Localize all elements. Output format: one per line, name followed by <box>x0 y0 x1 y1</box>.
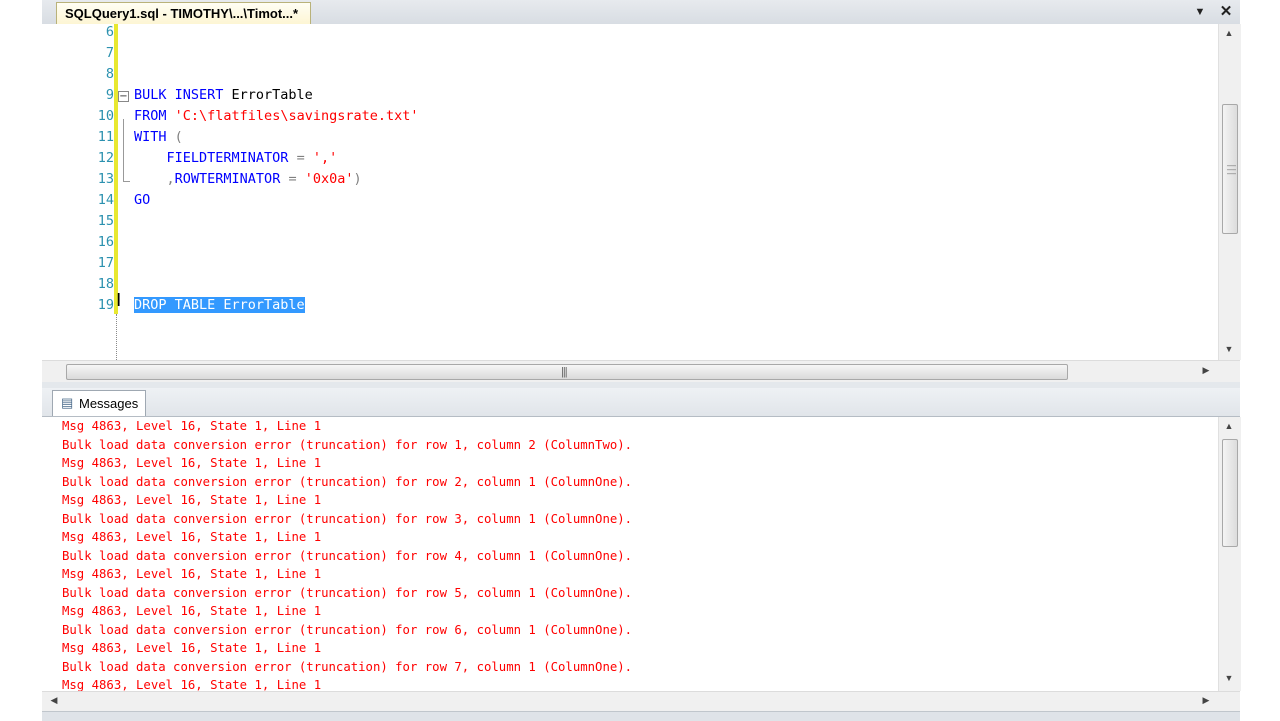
editor-margin-line <box>116 314 117 360</box>
code-text: BULK INSERT ErrorTable <box>134 85 313 106</box>
line-number: 6 <box>105 24 114 40</box>
messages-pane[interactable]: Msg 4863, Level 16, State 1, Line 1 Bulk … <box>42 417 1218 691</box>
editor-vertical-scrollbar[interactable]: ▲ — — — ▼ <box>1218 24 1241 360</box>
code-text: DROP TABLE ErrorTable <box>134 295 305 316</box>
sql-keyword: BULK INSERT <box>134 87 224 103</box>
message-line: Bulk load data conversion error (truncat… <box>62 437 633 452</box>
grip-icon: — — — <box>1227 160 1236 178</box>
sql-string: '0x0a' <box>304 171 354 187</box>
code-text: FROM 'C:\flatfiles\savingsrate.txt' <box>134 106 419 127</box>
line-number: 19 <box>97 297 114 313</box>
code-text: WITH ( <box>134 127 183 148</box>
line-number: 10 <box>97 108 114 124</box>
sql-identifier <box>305 150 313 166</box>
sql-identifier <box>167 108 175 124</box>
sql-identifier: ErrorTable <box>223 87 313 103</box>
sql-keyword: FIELDTERMINATOR <box>166 150 289 166</box>
code-text: FIELDTERMINATOR = ',' <box>134 148 338 169</box>
sql-operator: , <box>166 171 175 187</box>
grip-icon: ||| <box>561 366 568 378</box>
sql-identifier <box>134 171 167 187</box>
editor-horizontal-scrollbar[interactable]: ||| ▶ <box>42 360 1240 383</box>
outline-bracket-end <box>123 181 130 182</box>
outline-bracket <box>123 119 124 181</box>
message-line: Bulk load data conversion error (truncat… <box>62 511 633 526</box>
line-number: 16 <box>97 234 114 250</box>
message-line: Msg 4863, Level 16, State 1, Line 1 <box>62 493 322 507</box>
tab-sqlquery1[interactable]: SQLQuery1.sql - TIMOTHY\...\Timot...* <box>56 2 312 25</box>
code-text: GO <box>134 190 150 211</box>
line-number: 13 <box>97 171 114 187</box>
line-number: 18 <box>97 276 114 292</box>
sql-operator: ) <box>353 171 362 187</box>
line-number: 12 <box>97 150 114 166</box>
window-frame-right <box>1240 0 1280 720</box>
messages-icon: ▤ <box>61 395 74 410</box>
line-number: 8 <box>105 66 114 82</box>
message-line: Bulk load data conversion error (truncat… <box>62 659 633 674</box>
messages-vertical-scrollbar[interactable]: ▲ ▼ <box>1218 417 1241 691</box>
scroll-left-icon[interactable]: ◀ <box>46 695 62 706</box>
close-icon[interactable]: ✕ <box>1216 2 1236 22</box>
line-number: 14 <box>97 192 114 208</box>
line-number: 11 <box>97 129 114 145</box>
sql-keyword: WITH <box>134 129 167 145</box>
tab-messages-label: Messages <box>79 396 139 411</box>
line-number: 9 <box>105 87 114 103</box>
editor-horizontal-scroll-thumb[interactable]: ||| <box>66 364 1068 380</box>
code-text: ,ROWTERMINATOR = '0x0a') <box>134 169 362 190</box>
document-tab-bar: SQLQuery1.sql - TIMOTHY\...\Timot...* ▼ … <box>42 0 1240 25</box>
message-line: Msg 4863, Level 16, State 1, Line 1 <box>62 567 322 581</box>
query-editor[interactable]: 6 7 8 9 BULK INSERT ErrorTable −10 FROM 'C:\fl… <box>42 24 1240 360</box>
line-number: 7 <box>105 45 114 61</box>
message-line: Msg 4863, Level 16, State 1, Line 1 <box>62 530 322 544</box>
message-line: Msg 4863, Level 16, State 1, Line 1 <box>62 678 322 691</box>
sql-identifier <box>297 171 305 187</box>
message-line: Bulk load data conversion error (truncat… <box>62 474 633 489</box>
tab-list-dropdown-icon[interactable]: ▼ <box>1190 2 1210 22</box>
scroll-right-icon[interactable]: ▶ <box>1198 695 1214 706</box>
tab-title: SQLQuery1.sql - TIMOTHY\...\Timot...* <box>65 6 299 21</box>
sql-string: ',' <box>312 150 338 166</box>
messages-horizontal-scrollbar[interactable]: ◀ ▶ <box>42 691 1240 712</box>
selected-text: DROP TABLE ErrorTable <box>134 297 305 313</box>
message-line: Msg 4863, Level 16, State 1, Line 1 <box>62 419 322 433</box>
message-line: Bulk load data conversion error (truncat… <box>62 548 633 563</box>
sql-string: 'C:\flatfiles\savingsrate.txt' <box>174 108 419 124</box>
message-line: Msg 4863, Level 16, State 1, Line 1 <box>62 641 322 655</box>
change-tracking-bar <box>114 24 118 314</box>
scroll-up-icon[interactable]: ▲ <box>1221 28 1237 38</box>
scroll-up-icon[interactable]: ▲ <box>1221 421 1237 431</box>
collapse-icon[interactable]: − <box>118 91 129 102</box>
window-frame-left <box>0 0 42 720</box>
sql-identifier <box>134 150 167 166</box>
sql-operator: ( <box>174 129 183 145</box>
sql-operator: = <box>288 171 297 187</box>
text-cursor-icon: I <box>116 290 122 311</box>
message-line: Msg 4863, Level 16, State 1, Line 1 <box>62 456 322 470</box>
message-line: Msg 4863, Level 16, State 1, Line 1 <box>62 604 322 618</box>
sql-identifier <box>288 150 296 166</box>
results-tab-bar: ▤ Messages <box>42 388 1240 417</box>
editor-vertical-scroll-thumb[interactable]: — — — <box>1222 104 1238 234</box>
scroll-right-icon[interactable]: ▶ <box>1198 365 1214 376</box>
message-line: Bulk load data conversion error (truncat… <box>62 622 633 637</box>
sql-operator: = <box>296 150 305 166</box>
line-number: 17 <box>97 255 114 271</box>
sql-identifier <box>167 129 175 145</box>
line-number: 15 <box>97 213 114 229</box>
message-line: Bulk load data conversion error (truncat… <box>62 585 633 600</box>
sql-keyword: ROWTERMINATOR <box>174 171 281 187</box>
scroll-down-icon[interactable]: ▼ <box>1221 673 1237 683</box>
sql-keyword: GO <box>134 192 151 208</box>
messages-vertical-scroll-thumb[interactable] <box>1222 439 1238 547</box>
sql-keyword: FROM <box>134 108 167 124</box>
scroll-down-icon[interactable]: ▼ <box>1221 344 1237 354</box>
tab-messages[interactable]: ▤ Messages <box>52 390 146 416</box>
